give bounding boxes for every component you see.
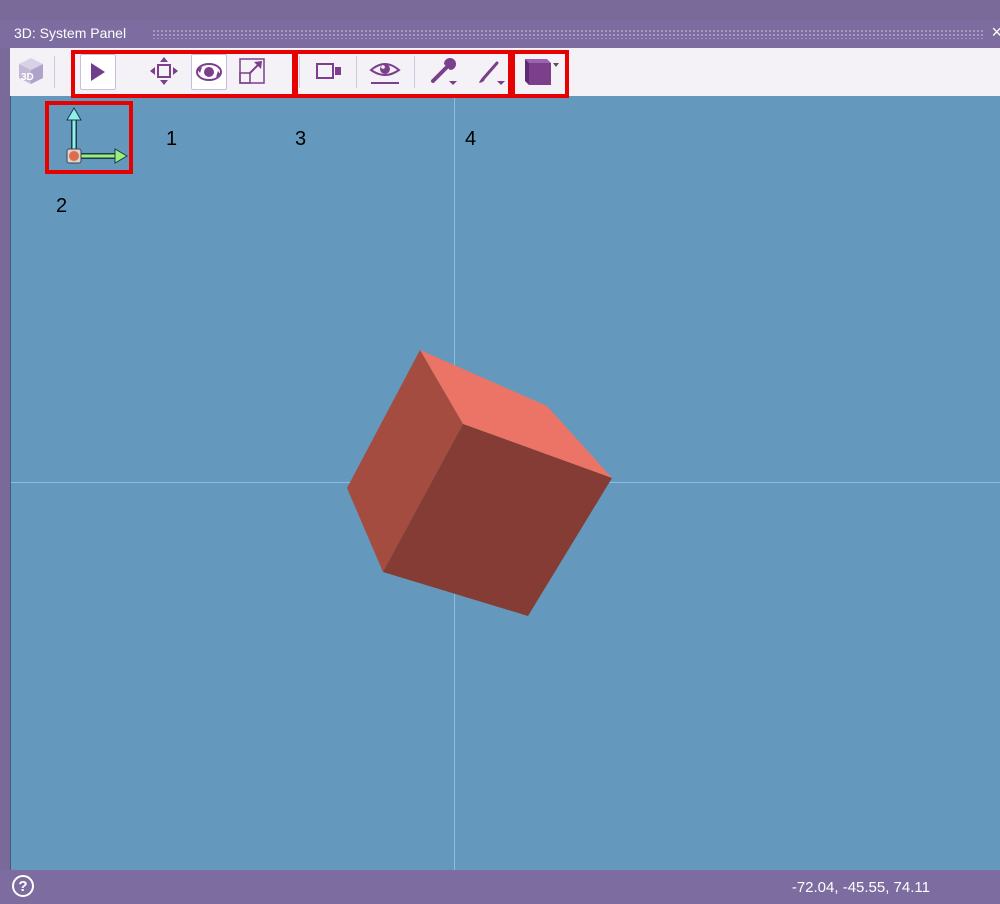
callout-box-view-tools <box>294 50 512 98</box>
callout-box-display-mode <box>511 50 569 98</box>
cube-3d-object[interactable] <box>341 346 621 626</box>
toolbar-separator <box>54 56 55 88</box>
cursor-coordinates: -72.04, -45.55, 74.11 <box>791 879 930 896</box>
title-grip <box>152 29 984 39</box>
callout-box-navigation-tools <box>71 50 296 98</box>
svg-text:3D: 3D <box>21 72 34 83</box>
system-panel-window: 3D: System Panel × 3D 1 2 3 4 ? -72.04, … <box>0 0 1000 904</box>
callout-box-axis-gizmo <box>45 101 133 174</box>
title-bar[interactable]: 3D: System Panel × <box>0 20 1000 48</box>
callout-label-4: 4 <box>465 128 477 150</box>
status-bar: ? -72.04, -45.55, 74.11 <box>0 870 1000 904</box>
callout-label-2: 2 <box>56 195 68 217</box>
3d-viewport[interactable] <box>10 96 1000 870</box>
close-button[interactable]: × <box>991 22 1000 43</box>
window-title: 3D: System Panel <box>14 25 127 41</box>
callout-label-3: 3 <box>295 128 307 150</box>
help-icon[interactable]: ? <box>12 875 34 897</box>
callout-label-1: 1 <box>166 128 178 150</box>
3d-logo-icon: 3D <box>14 54 48 88</box>
